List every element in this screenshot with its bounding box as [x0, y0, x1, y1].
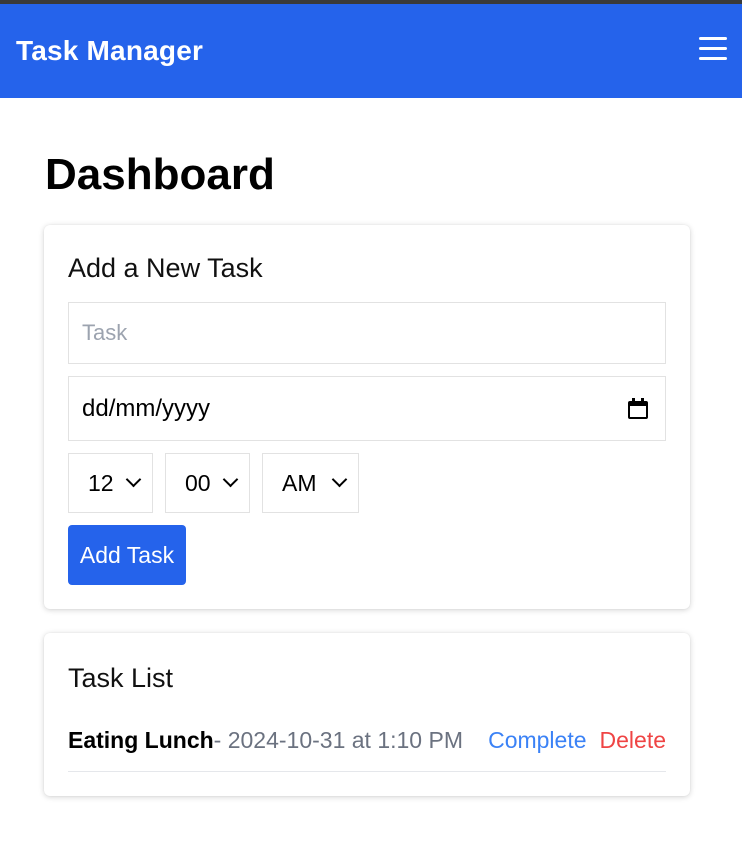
calendar-icon[interactable]: [627, 397, 649, 420]
menu-bar-middle: [699, 46, 727, 50]
top-navbar: Task Manager: [0, 4, 742, 98]
chevron-down-icon: [331, 471, 348, 488]
add-task-card: Add a New Task dd/mm/yyyy 12 00 AM Add T…: [44, 225, 690, 609]
menu-bar-bottom: [699, 56, 727, 60]
delete-task-link[interactable]: Delete: [600, 727, 666, 754]
page-title: Dashboard: [45, 150, 275, 199]
task-input[interactable]: [68, 302, 666, 364]
menu-bar-top: [699, 36, 727, 40]
task-list-item: Eating Lunch - 2024-10-31 at 1:10 PM Com…: [68, 727, 666, 772]
chevron-down-icon: [222, 471, 239, 488]
task-list-heading: Task List: [68, 663, 174, 693]
minute-select[interactable]: 00: [165, 453, 250, 513]
task-list-card: Task List Eating Lunch - 2024-10-31 at 1…: [44, 633, 690, 796]
add-task-heading: Add a New Task: [68, 253, 263, 283]
task-name: Eating Lunch: [68, 727, 214, 753]
app-title: Task Manager: [16, 35, 204, 66]
date-input[interactable]: dd/mm/yyyy: [68, 376, 666, 441]
hour-select-value: 12: [88, 469, 114, 496]
chevron-down-icon: [125, 471, 142, 488]
hour-select[interactable]: 12: [68, 453, 153, 513]
task-actions: Complete Delete: [488, 727, 666, 754]
ampm-select-value: AM: [282, 469, 317, 496]
hamburger-menu-icon[interactable]: [699, 31, 733, 65]
minute-select-value: 00: [185, 469, 211, 496]
add-task-button[interactable]: Add Task: [68, 525, 186, 585]
ampm-select[interactable]: AM: [262, 453, 359, 513]
complete-task-link[interactable]: Complete: [488, 727, 586, 754]
task-due-datetime: - 2024-10-31 at 1:10 PM: [213, 727, 463, 753]
date-input-value: dd/mm/yyyy: [82, 394, 211, 422]
